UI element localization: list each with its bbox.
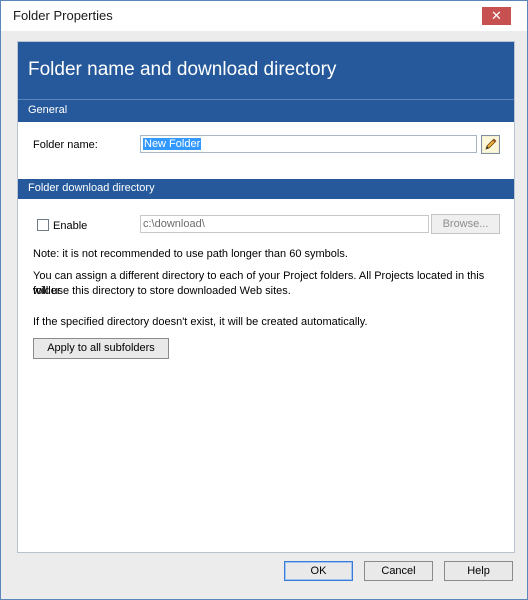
folder-name-label-text: Folder name: <box>33 139 98 151</box>
auto-create-note: If the specified directory doesn't exist… <box>33 316 368 328</box>
close-button[interactable]: ✕ <box>482 7 511 25</box>
pencil-icon <box>483 137 498 152</box>
folder-name-label: Folder name: <box>33 139 98 151</box>
help-button[interactable]: Help <box>444 561 513 581</box>
section-header-download-directory: Folder download directory <box>18 179 514 199</box>
enable-checkbox[interactable] <box>37 219 49 231</box>
download-directory-value: c:\download\ <box>143 218 205 230</box>
enable-label[interactable]: Enable <box>53 220 87 232</box>
folder-name-value: New Folder <box>143 138 202 150</box>
window-title: Folder Properties <box>13 8 113 23</box>
cancel-button-label: Cancel <box>381 565 416 577</box>
content-panel: Folder name and download directory Gener… <box>17 41 515 553</box>
page-title: Folder name and download directory <box>28 59 337 80</box>
folder-properties-dialog: Folder Properties ✕ Folder name and down… <box>0 0 528 600</box>
ok-button[interactable]: OK <box>284 561 353 581</box>
section-title-download-directory: Folder download directory <box>28 182 155 194</box>
section-header-general: General <box>18 99 514 122</box>
path-length-note: Note: it is not recommended to use path … <box>33 248 348 260</box>
close-icon: ✕ <box>491 8 502 23</box>
directory-info-line2: will use this directory to store downloa… <box>33 285 291 297</box>
download-directory-input[interactable]: c:\download\ <box>140 215 429 233</box>
folder-name-input[interactable]: New Folder <box>140 135 477 153</box>
ok-button-label: OK <box>310 565 327 577</box>
apply-to-all-subfolders-label: Apply to all subfolders <box>47 342 155 354</box>
cancel-button[interactable]: Cancel <box>364 561 433 581</box>
browse-button-label: Browse... <box>442 218 489 230</box>
title-bar[interactable]: Folder Properties ✕ <box>1 1 527 31</box>
help-button-label: Help <box>467 565 490 577</box>
section-title-general: General <box>28 104 68 116</box>
edit-folder-name-button[interactable] <box>481 135 500 154</box>
browse-button[interactable]: Browse... <box>431 214 500 234</box>
apply-to-all-subfolders-button[interactable]: Apply to all subfolders <box>33 338 169 359</box>
